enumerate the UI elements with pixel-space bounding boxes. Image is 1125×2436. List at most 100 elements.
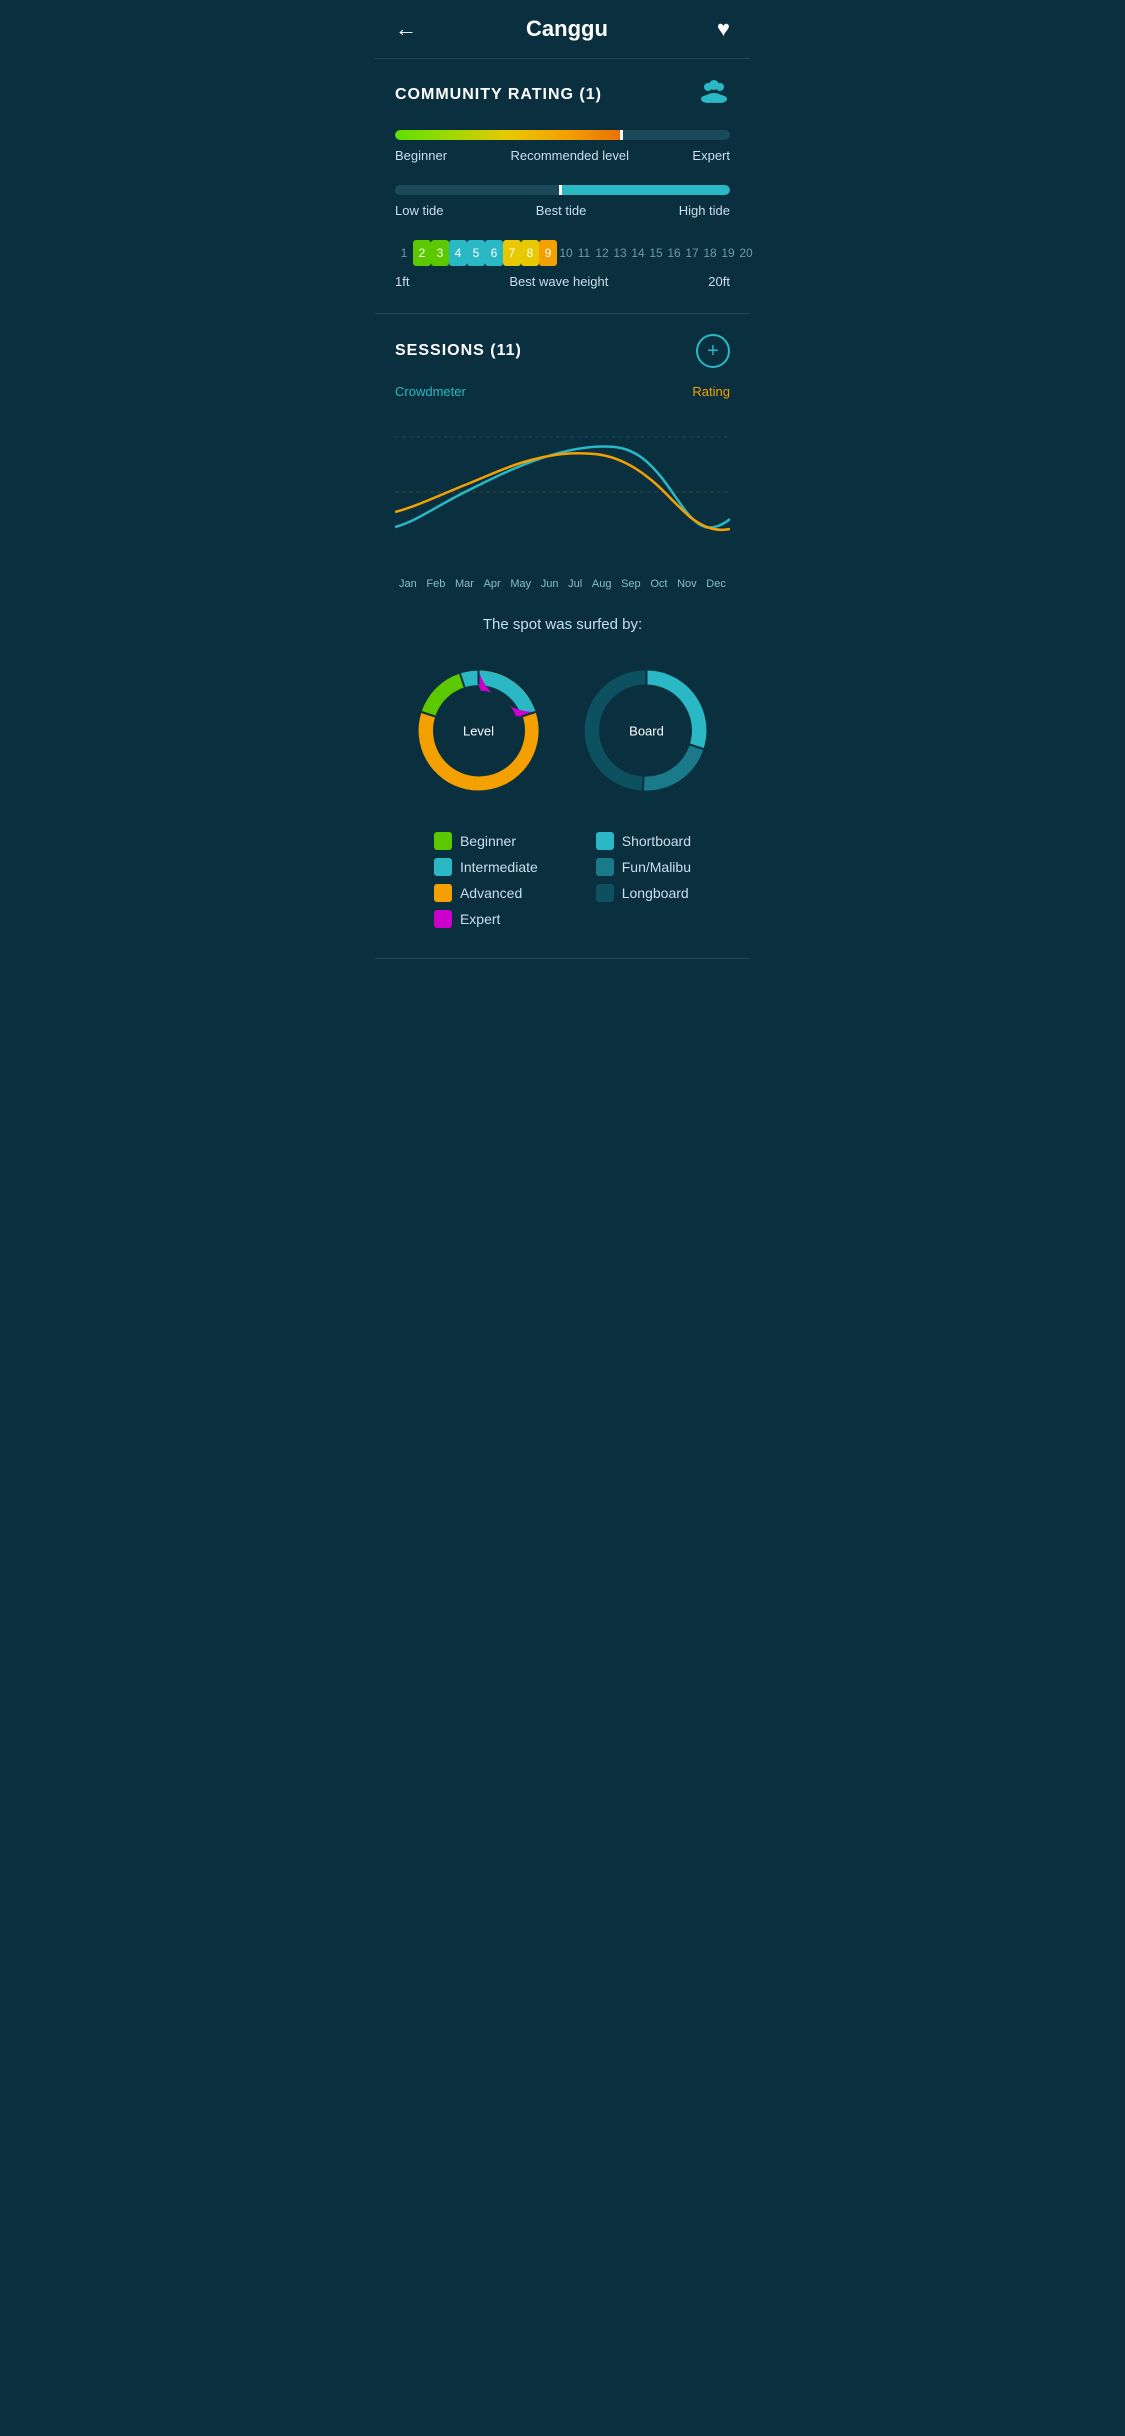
wave-num-11: 11 [575,240,593,266]
wave-num-5: 5 [467,240,485,266]
legend-label: Expert [460,911,500,927]
wave-height-max: 20ft [708,274,730,289]
community-rating-header: COMMUNITY RATING (1) [395,79,730,110]
board-donut-chart: Board [569,653,724,808]
tide-label-high: High tide [679,203,730,218]
chart-month-may: May [510,578,531,590]
tide-bar-divider [559,185,562,195]
wave-num-3: 3 [431,240,449,266]
wave-height-labels: 1ft Best wave height 20ft [395,274,730,289]
community-rating-title: COMMUNITY RATING (1) [395,86,602,104]
wave-num-19: 19 [719,240,737,266]
wave-num-9: 9 [539,240,557,266]
skill-bar-track [395,130,730,140]
wave-num-10: 10 [557,240,575,266]
level-donut-label: Level [463,724,494,739]
favorite-button[interactable]: ♥ [717,16,730,42]
wave-height-best: Best wave height [509,274,608,289]
legend-swatch [596,884,614,902]
skill-bar-container: Beginner Recommended level Expert [395,130,730,163]
level-legend-advanced: Advanced [434,884,538,902]
level-legend-intermediate: Intermediate [434,858,538,876]
skill-label-recommended: Recommended level [447,148,692,163]
level-donut-wrap: Level [401,653,556,808]
chart-month-jul: Jul [568,578,582,590]
tide-bar-track [395,185,730,195]
board-donut-wrap: Board [569,653,724,808]
legend-label: Intermediate [460,859,538,875]
wave-num-4: 4 [449,240,467,266]
chart-month-mar: Mar [455,578,474,590]
chart-month-feb: Feb [426,578,445,590]
level-legend-col: Beginner Intermediate Advanced Expert [434,832,538,928]
chart-month-oct: Oct [650,578,667,590]
board-legend-col: Shortboard Fun/Malibu Longboard [596,832,691,928]
tide-bar-active [559,185,730,195]
chart-months: JanFebMarAprMayJunJulAugSepOctNovDec [395,578,730,590]
board-legend-shortboard: Shortboard [596,832,691,850]
wave-height-min: 1ft [395,274,409,289]
chart-legend-crowd: Crowdmeter [395,384,466,399]
legend-swatch [434,832,452,850]
wave-num-16: 16 [665,240,683,266]
tide-label-best: Best tide [443,203,678,218]
chart-container: Crowdmeter Rating Jan Feb Mar Apr May Jun Jul A… [395,384,730,616]
chart-month-jan: Jan [399,578,417,590]
wave-num-1: 1 [395,240,413,266]
skill-bar-fill [395,130,623,140]
legend-label: Advanced [460,885,522,901]
back-button[interactable]: ← [395,16,417,42]
community-rating-section: COMMUNITY RATING (1) Beginner Recommende… [375,59,750,314]
legend-label: Shortboard [622,833,691,849]
skill-label-beginner: Beginner [395,148,447,163]
chart-legend: Crowdmeter Rating [395,384,730,399]
sessions-section: SESSIONS (11) + Crowdmeter Rating Jan Feb… [375,314,750,959]
sessions-header: SESSIONS (11) + [395,334,730,368]
skill-bar-labels: Beginner Recommended level Expert [395,148,730,163]
legend-swatch [434,884,452,902]
legends-row: Beginner Intermediate Advanced Expert Short… [395,832,730,958]
tide-bar-labels: Low tide Best tide High tide [395,203,730,218]
board-donut-label: Board [629,724,664,739]
level-donut-chart: Level [401,653,556,808]
donuts-row: Level [395,653,730,808]
chart-month-nov: Nov [677,578,697,590]
wave-num-2: 2 [413,240,431,266]
chart-month-apr: Apr [484,578,501,590]
wave-num-17: 17 [683,240,701,266]
sessions-title: SESSIONS (11) [395,342,522,360]
level-legend-beginner: Beginner [434,832,538,850]
surfed-by-label: The spot was surfed by: [395,616,730,633]
wave-num-18: 18 [701,240,719,266]
wave-num-7: 7 [503,240,521,266]
add-session-button[interactable]: + [696,334,730,368]
community-icon [698,79,730,110]
wave-num-8: 8 [521,240,539,266]
legend-swatch [596,832,614,850]
wave-num-6: 6 [485,240,503,266]
wave-num-14: 14 [629,240,647,266]
chart-legend-rating: Rating [692,384,730,399]
board-legend-longboard: Longboard [596,884,691,902]
wave-num-15: 15 [647,240,665,266]
legend-label: Longboard [622,885,689,901]
legend-swatch [434,858,452,876]
legend-label: Fun/Malibu [622,859,691,875]
sessions-chart-svg [395,407,730,567]
tide-label-low: Low tide [395,203,443,218]
chart-month-aug: Aug [592,578,612,590]
header: ← Canggu ♥ [375,0,750,59]
chart-month-jun: Jun [541,578,559,590]
legend-swatch [434,910,452,928]
chart-svg-area [395,407,730,572]
skill-label-expert: Expert [692,148,730,163]
chart-month-dec: Dec [706,578,726,590]
board-legend-fun-malibu: Fun/Malibu [596,858,691,876]
wave-num-20: 20 [737,240,755,266]
wave-num-13: 13 [611,240,629,266]
wave-num-12: 12 [593,240,611,266]
page-title: Canggu [526,16,608,42]
level-legend-expert: Expert [434,910,538,928]
tide-bar-container: Low tide Best tide High tide [395,185,730,218]
legend-label: Beginner [460,833,516,849]
